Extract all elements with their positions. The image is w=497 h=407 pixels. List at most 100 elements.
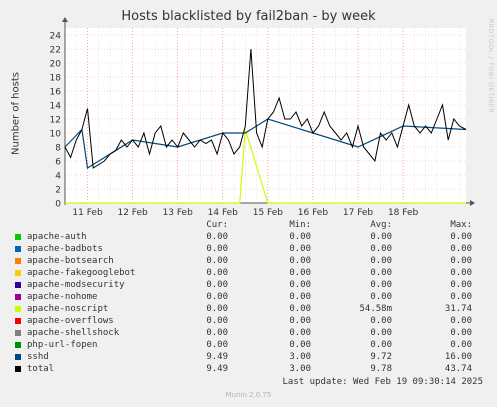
- y-tick-label: 18: [50, 74, 62, 84]
- legend-value-avg: 0.00: [370, 280, 392, 290]
- x-tick-label: 16 Feb: [298, 208, 329, 218]
- legend-swatch: [15, 234, 21, 240]
- legend-name: sshd: [27, 352, 49, 362]
- y-tick-label: 8: [55, 144, 61, 154]
- legend-value-max: 0.00: [450, 316, 472, 326]
- legend-value-min: 0.00: [289, 316, 311, 326]
- legend-name: apache-botsearch: [27, 256, 114, 266]
- legend-header-avg: Avg:: [370, 220, 392, 230]
- x-tick-label: 13 Feb: [163, 208, 194, 218]
- legend-header-min: Min:: [289, 220, 311, 230]
- legend-value-avg: 0.00: [370, 340, 392, 350]
- legend-swatch: [15, 258, 21, 264]
- x-axis-arrow-icon: [470, 200, 475, 206]
- legend-value-max: 16.00: [444, 352, 472, 362]
- legend-name: php-url-fopen: [27, 340, 98, 350]
- legend-swatch: [15, 270, 21, 276]
- legend-swatch: [15, 294, 21, 300]
- legend-row-apache-botsearch: apache-botsearch 0.00 0.00 0.00 0.00: [0, 256, 497, 268]
- x-tick-label: 11 Feb: [72, 208, 103, 218]
- legend-value-cur: 0.00: [206, 244, 228, 254]
- legend-value-avg: 0.00: [370, 292, 392, 302]
- legend-name: apache-overflows: [27, 316, 114, 326]
- legend-value-cur: 0.00: [206, 268, 228, 278]
- legend-row-apache-modsecurity: apache-modsecurity 0.00 0.00 0.00 0.00: [0, 280, 497, 292]
- legend-value-min: 3.00: [289, 352, 311, 362]
- legend-row-apache-overflows: apache-overflows 0.00 0.00 0.00 0.00: [0, 316, 497, 328]
- legend-value-min: 0.00: [289, 244, 311, 254]
- legend-value-cur: 0.00: [206, 232, 228, 242]
- legend-value-min: 0.00: [289, 292, 311, 302]
- y-tick-label: 16: [50, 88, 62, 98]
- y-tick-label: 24: [50, 32, 62, 42]
- legend-name: apache-nohome: [27, 292, 98, 302]
- legend-value-avg: 9.72: [370, 352, 392, 362]
- legend-value-max: 0.00: [450, 268, 472, 278]
- legend-value-avg: 0.00: [370, 256, 392, 266]
- legend-value-max: 43.74: [444, 364, 472, 374]
- legend-value-avg: 54.58m: [359, 304, 392, 314]
- legend-value-avg: 0.00: [370, 316, 392, 326]
- legend-value-max: 0.00: [450, 280, 472, 290]
- legend-row-sshd: sshd 9.49 3.00 9.72 16.00: [0, 352, 497, 364]
- legend-value-cur: 9.49: [206, 352, 228, 362]
- y-tick-label: 22: [50, 46, 61, 56]
- legend-value-min: 0.00: [289, 280, 311, 290]
- legend-value-min: 3.00: [289, 364, 311, 374]
- munin-version: Munin 2.0.75: [225, 391, 272, 399]
- legend-value-cur: 0.00: [206, 328, 228, 338]
- legend-header-max: Max:: [450, 220, 472, 230]
- legend-swatch: [15, 354, 21, 360]
- legend-value-min: 0.00: [289, 232, 311, 242]
- legend-swatch: [15, 282, 21, 288]
- legend-value-cur: 0.00: [206, 304, 228, 314]
- legend-value-cur: 0.00: [206, 340, 228, 350]
- legend-header-cur: Cur:: [206, 220, 228, 230]
- legend-value-avg: 0.00: [370, 232, 392, 242]
- legend-value-max: 0.00: [450, 292, 472, 302]
- last-update: Last update: Wed Feb 19 09:30:14 2025: [282, 377, 483, 387]
- legend-value-max: 0.00: [450, 232, 472, 242]
- legend-swatch: [15, 318, 21, 324]
- x-tick-label: 15 Feb: [253, 208, 284, 218]
- y-tick-label: 4: [55, 172, 61, 182]
- munin-graph-page: Hosts blacklisted by fail2ban - by week …: [0, 0, 497, 407]
- y-tick-label: 10: [50, 130, 62, 140]
- legend-name: apache-fakegooglebot: [27, 268, 136, 278]
- legend-name: total: [27, 364, 55, 374]
- y-tick-label: 2: [55, 186, 61, 196]
- y-tick-label: 12: [50, 116, 61, 126]
- legend-row-apache-fakegooglebot: apache-fakegooglebot 0.00 0.00 0.00 0.00: [0, 268, 497, 280]
- y-tick-label: 14: [50, 102, 62, 112]
- legend-row-apache-nohome: apache-nohome 0.00 0.00 0.00 0.00: [0, 292, 497, 304]
- legend-name: apache-shellshock: [27, 328, 120, 338]
- legend-row-total: total 9.49 3.00 9.78 43.74: [0, 364, 497, 376]
- legend-row-apache-shellshock: apache-shellshock 0.00 0.00 0.00 0.00: [0, 328, 497, 340]
- legend-value-min: 0.00: [289, 268, 311, 278]
- y-tick-label: 0: [55, 200, 61, 210]
- legend-value-cur: 0.00: [206, 292, 228, 302]
- legend-value-cur: 0.00: [206, 280, 228, 290]
- legend-row-apache-auth: apache-auth 0.00 0.00 0.00 0.00: [0, 232, 497, 244]
- legend-name: apache-modsecurity: [27, 280, 125, 290]
- legend-value-cur: 0.00: [206, 256, 228, 266]
- legend-swatch: [15, 366, 21, 372]
- legend-row-apache-badbots: apache-badbots 0.00 0.00 0.00 0.00: [0, 244, 497, 256]
- legend-swatch: [15, 342, 21, 348]
- legend-value-max: 0.00: [450, 256, 472, 266]
- x-tick-label: 14 Feb: [208, 208, 239, 218]
- legend-value-min: 0.00: [289, 304, 311, 314]
- legend-name: apache-badbots: [27, 244, 103, 254]
- y-axis-arrow-icon: [62, 17, 68, 22]
- legend-swatch: [15, 306, 21, 312]
- legend-value-max: 31.74: [444, 304, 472, 314]
- legend-value-min: 0.00: [289, 328, 311, 338]
- legend-value-cur: 0.00: [206, 316, 228, 326]
- legend-value-avg: 9.78: [370, 364, 392, 374]
- legend-value-max: 0.00: [450, 328, 472, 338]
- chart-area: 02468101214161820222411 Feb 12 Feb 13 Feb 1…: [50, 17, 475, 218]
- y-tick-label: 6: [55, 158, 61, 168]
- legend-swatch: [15, 330, 21, 336]
- legend-name: apache-auth: [27, 232, 87, 242]
- legend-value-cur: 9.49: [206, 364, 228, 374]
